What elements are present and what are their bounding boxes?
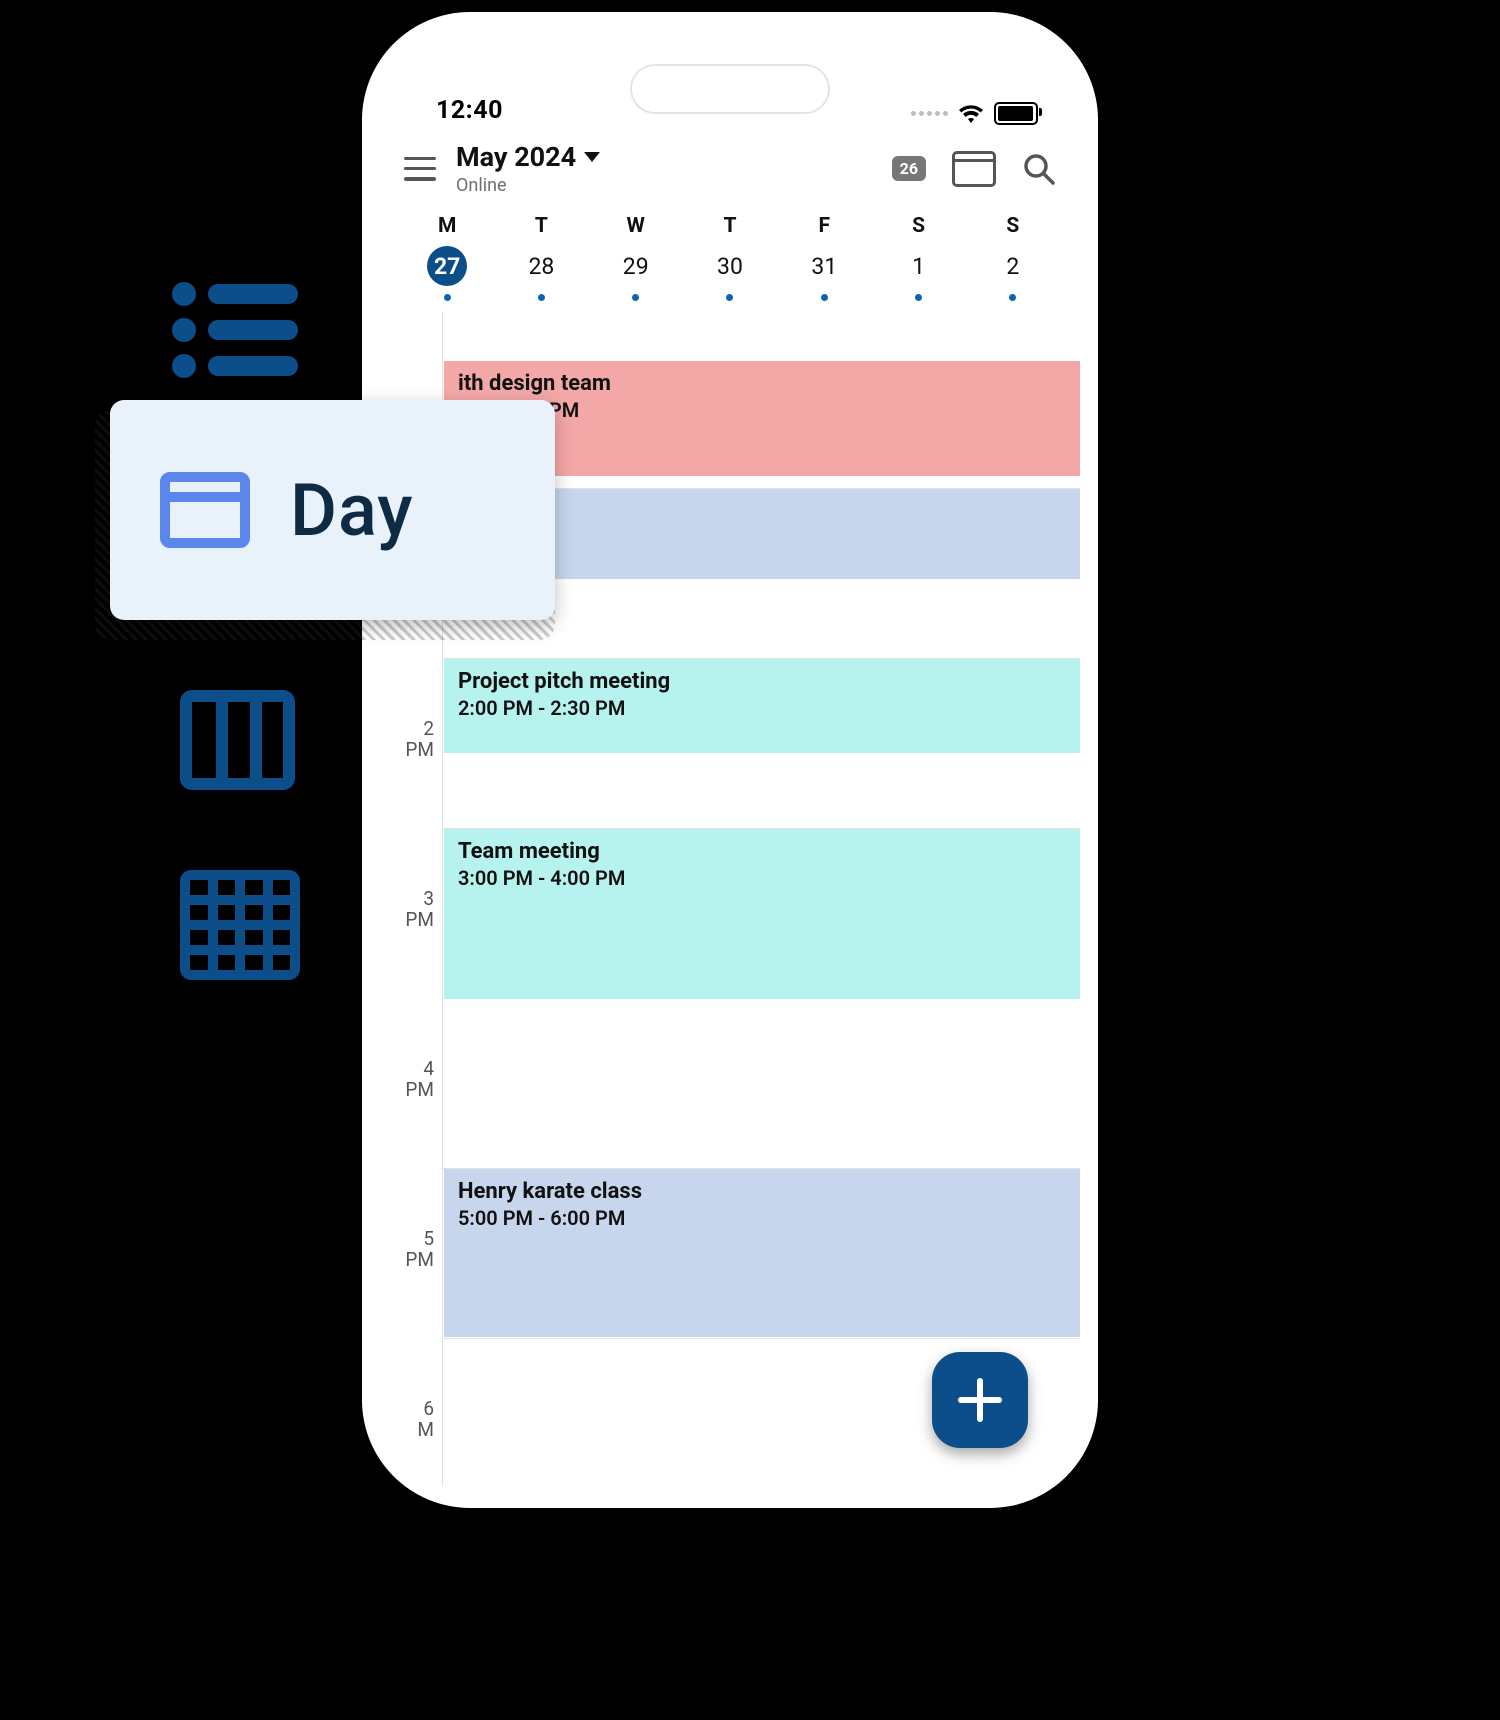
day-view-badge[interactable]: Day xyxy=(110,400,555,620)
event-indicator-dot xyxy=(444,294,451,301)
event-title: Henry karate class xyxy=(458,1179,1066,1204)
list-view-icon[interactable] xyxy=(170,280,300,380)
phone-notch xyxy=(630,64,830,114)
day-number: 31 xyxy=(811,253,837,280)
view-toggle-button[interactable] xyxy=(952,151,996,187)
today-button[interactable]: 26 xyxy=(892,156,926,181)
hour-label: 6M xyxy=(417,1399,434,1441)
event-time: 3:00 PM - 4:00 PM xyxy=(458,866,1066,890)
weekday-label: W xyxy=(627,214,645,238)
statusbar-time: 12:40 xyxy=(436,96,503,125)
week-day[interactable]: M 27 xyxy=(400,214,494,301)
chevron-down-icon xyxy=(584,152,600,162)
week-day[interactable]: T 30 xyxy=(683,214,777,301)
day-number-wrap: 2 xyxy=(993,246,1033,286)
cellular-dots-icon xyxy=(911,111,948,116)
day-number-wrap: 27 xyxy=(427,246,467,286)
month-picker[interactable]: May 2024 Online xyxy=(456,141,872,196)
month-title: May 2024 xyxy=(456,141,576,173)
event-indicator-dot xyxy=(1009,294,1016,301)
day-number: 30 xyxy=(717,253,743,280)
calendar-event[interactable]: Henry karate class5:00 PM - 6:00 PM xyxy=(444,1169,1080,1337)
hour-label: 3PM xyxy=(405,889,434,931)
event-indicator-dot xyxy=(915,294,922,301)
day-number: 29 xyxy=(623,253,649,280)
week-day[interactable]: W 29 xyxy=(589,214,683,301)
search-button[interactable] xyxy=(1022,152,1056,186)
event-indicator-dot xyxy=(632,294,639,301)
day-number-wrap: 29 xyxy=(616,246,656,286)
calendar-event[interactable]: Team meeting3:00 PM - 4:00 PM xyxy=(444,829,1080,999)
event-time: 2:00 PM - 2:30 PM xyxy=(458,696,1066,720)
app-header: May 2024 Online 26 xyxy=(380,135,1080,208)
weekday-label: F xyxy=(819,214,831,238)
weekday-label: M xyxy=(438,214,456,238)
menu-button[interactable] xyxy=(404,157,436,181)
week-day[interactable]: S1 xyxy=(871,214,965,301)
day-number-wrap: 30 xyxy=(710,246,750,286)
day-number: 2 xyxy=(1006,253,1019,280)
week-day[interactable]: F 31 xyxy=(777,214,871,301)
battery-icon xyxy=(994,102,1038,125)
day-view-label: Day xyxy=(290,468,414,553)
weekday-label: T xyxy=(535,214,548,238)
hour-label: 4PM xyxy=(405,1059,434,1101)
day-number: 1 xyxy=(912,253,925,280)
wifi-icon xyxy=(958,104,984,124)
event-indicator-dot xyxy=(726,294,733,301)
weekday-label: S xyxy=(912,214,925,238)
event-title: ith design team xyxy=(458,371,1066,396)
phone-frame: 12:40 xyxy=(380,30,1080,1490)
day-number: 27 xyxy=(434,253,460,280)
week-day-strip: M27T28W29T30F31S1S2 xyxy=(380,208,1080,311)
add-event-button[interactable] xyxy=(932,1352,1028,1448)
day-number-wrap: 1 xyxy=(899,246,939,286)
week-day[interactable]: T 28 xyxy=(494,214,588,301)
event-indicator-dot xyxy=(821,294,828,301)
day-number: 28 xyxy=(528,253,554,280)
hour-label: 2PM xyxy=(405,719,434,761)
weekday-label: S xyxy=(1006,214,1019,238)
day-view-icon xyxy=(160,472,250,548)
status-subtitle: Online xyxy=(456,175,872,196)
hour-label: 5PM xyxy=(405,1229,434,1271)
week-view-icon[interactable] xyxy=(180,690,295,794)
event-title: Team meeting xyxy=(458,839,1066,864)
calendar-event[interactable]: Project pitch meeting2:00 PM - 2:30 PM xyxy=(444,659,1080,753)
weekday-label: T xyxy=(723,214,736,238)
event-time: 5:00 PM - 6:00 PM xyxy=(458,1206,1066,1230)
month-view-icon[interactable] xyxy=(180,870,300,984)
day-number-wrap: 28 xyxy=(521,246,561,286)
day-number-wrap: 31 xyxy=(804,246,844,286)
week-day[interactable]: S2 xyxy=(966,214,1060,301)
event-indicator-dot xyxy=(538,294,545,301)
event-title: Project pitch meeting xyxy=(458,669,1066,694)
